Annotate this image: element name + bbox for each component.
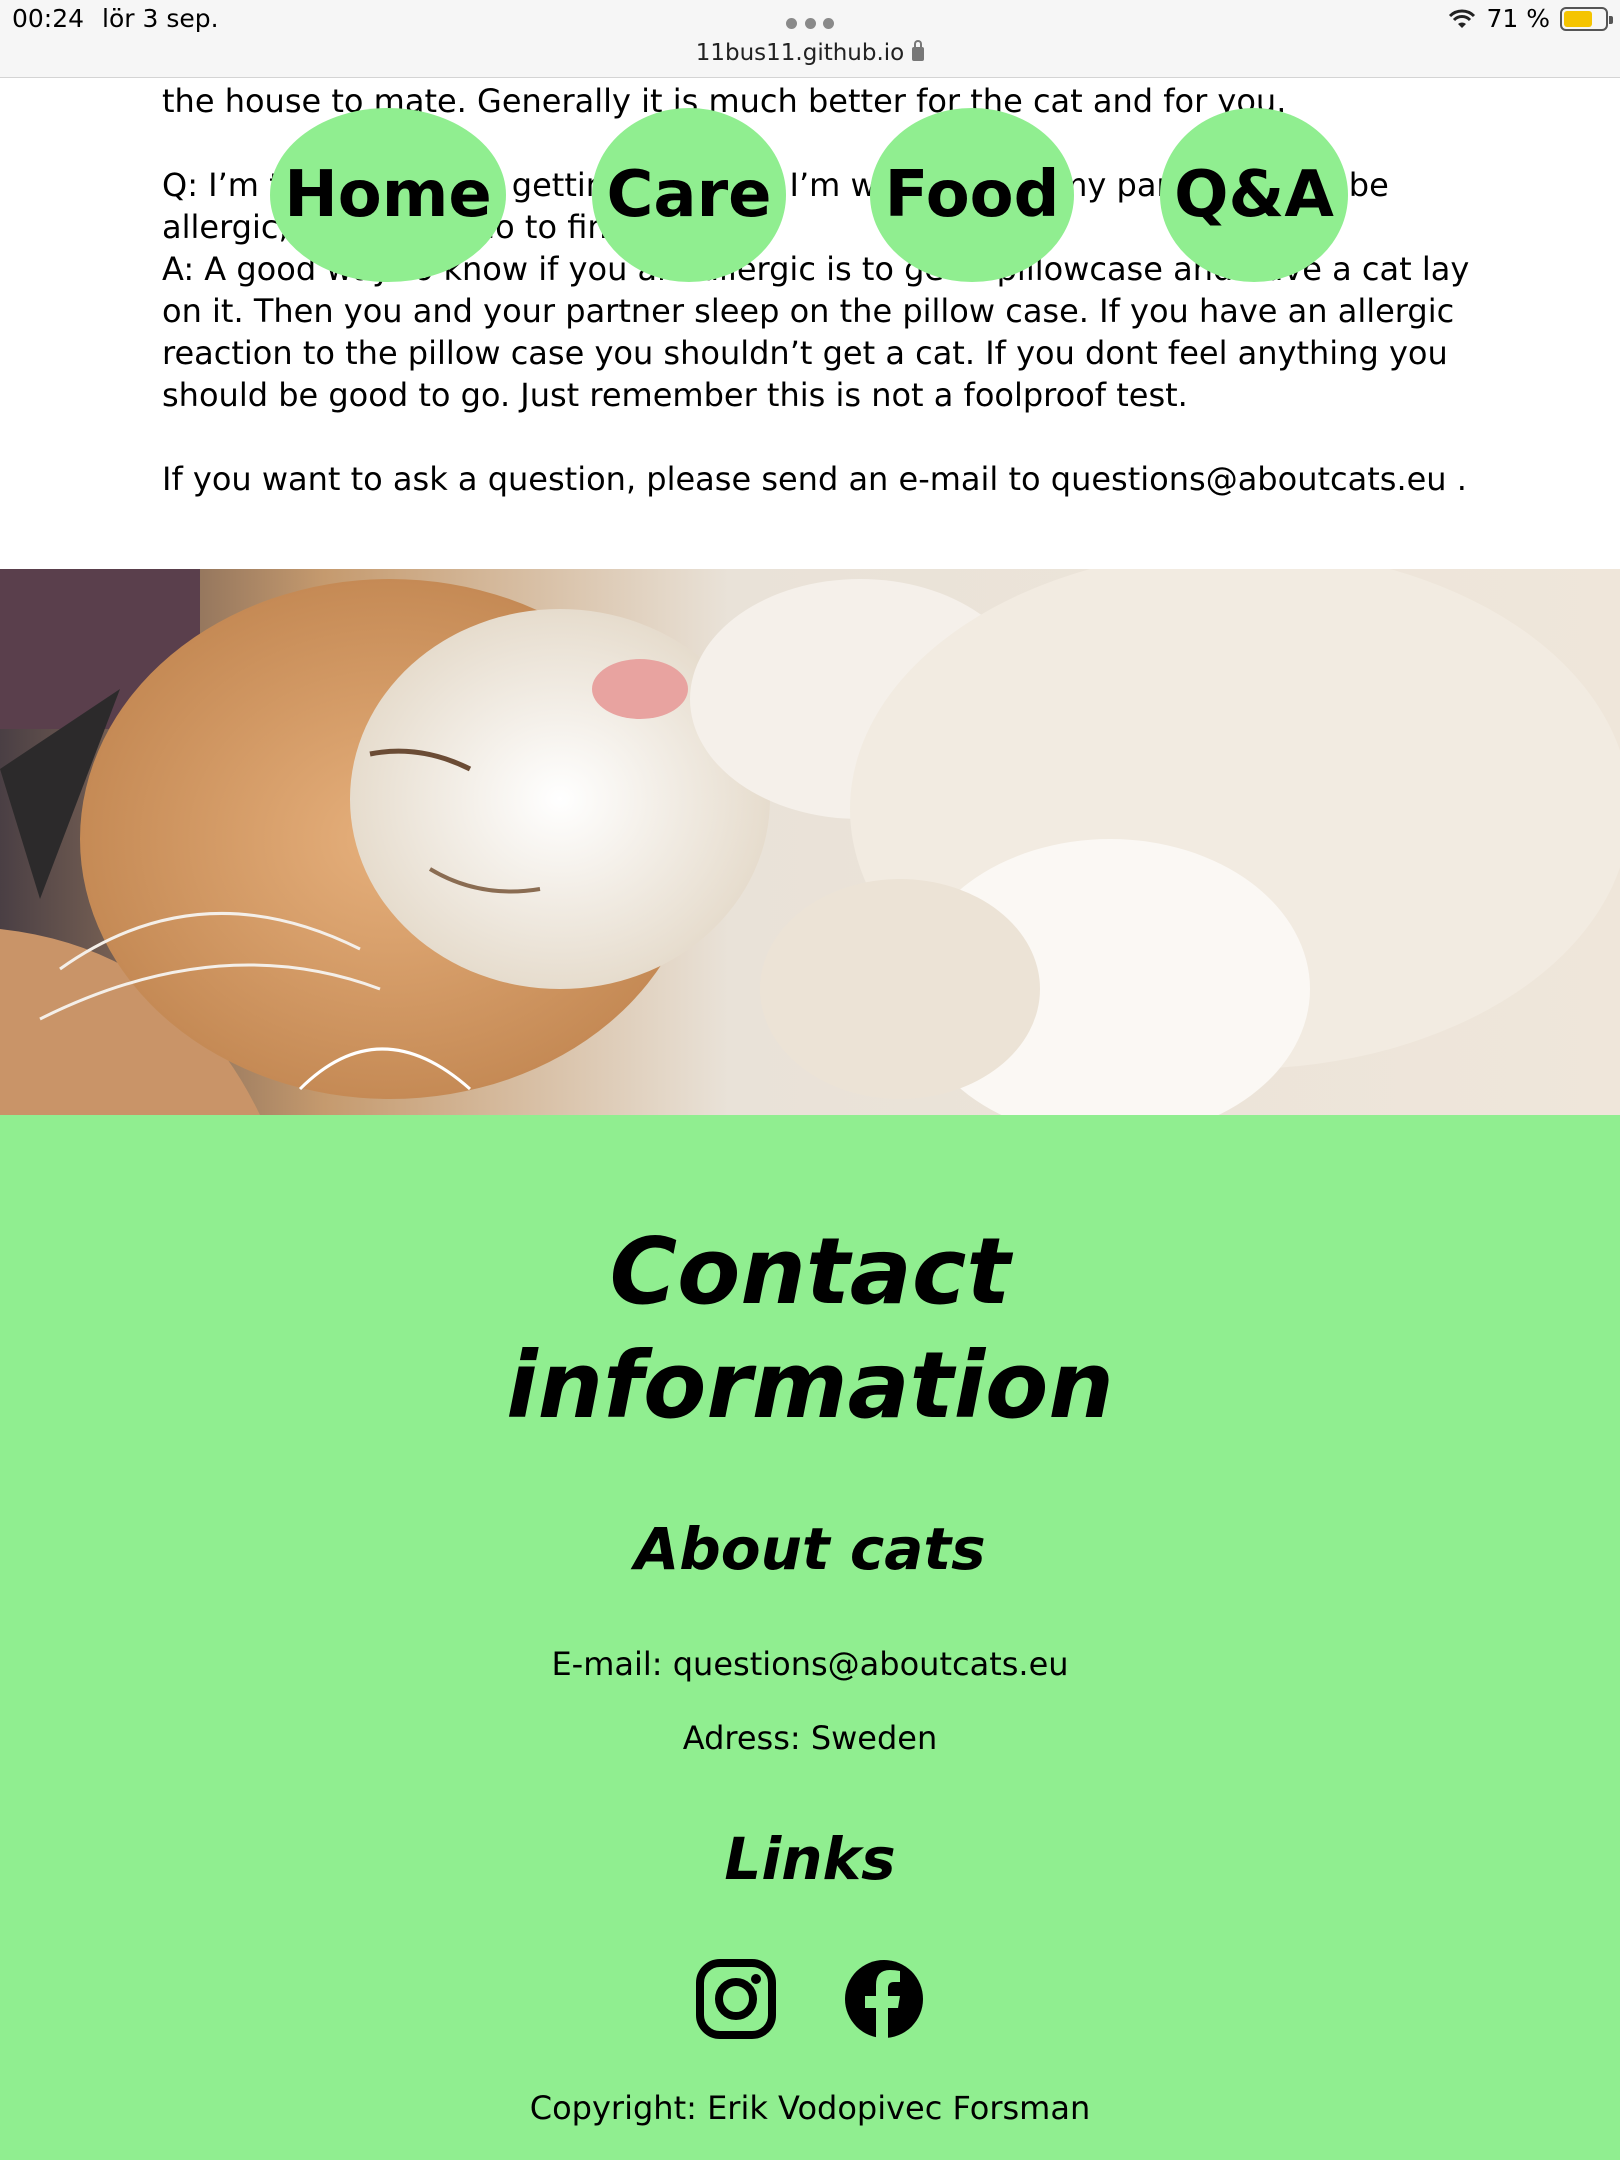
status-bar: 00:24 lör 3 sep. 11bus11.github.io 71 % (0, 0, 1620, 78)
sleeping-cat-image (0, 569, 1620, 1115)
nav-qa[interactable]: Q&A (1160, 108, 1348, 282)
copyright-text: Copyright: Erik Vodopivec Forsman (529, 2089, 1091, 2127)
address-bar[interactable]: 11bus11.github.io (0, 40, 1620, 66)
status-indicators: 71 % (1448, 4, 1613, 33)
url-text[interactable]: 11bus11.github.io (696, 40, 905, 66)
clock: 00:24 (12, 4, 85, 33)
instagram-icon[interactable] (695, 1958, 777, 2040)
nav-home[interactable]: Home (270, 108, 506, 282)
facebook-link[interactable] (843, 1958, 925, 2040)
facebook-icon[interactable] (843, 1958, 925, 2040)
nav-food[interactable]: Food (870, 108, 1074, 282)
nav-care[interactable]: Care (592, 108, 786, 282)
lock-icon (912, 40, 925, 61)
battery-percent: 71 % (1486, 4, 1550, 33)
multitasking-dots-icon[interactable] (786, 18, 834, 30)
ask-question-text: If you want to ask a question, please se… (162, 460, 1467, 498)
contact-title-text: Contact information (506, 1218, 1114, 1439)
instagram-link[interactable] (695, 1958, 777, 2040)
contact-title: Contact information (0, 1215, 1620, 1443)
wifi-icon (1449, 9, 1476, 28)
address-text: Adress: Sweden (682, 1719, 938, 1757)
date: lör 3 sep. (102, 4, 219, 33)
battery-icon (1560, 6, 1613, 31)
email-text: E-mail: questions@aboutcats.eu (551, 1645, 1069, 1683)
social-links (0, 1958, 1620, 2040)
footer: Contact information About cats E-mail: q… (0, 1115, 1620, 2160)
about-heading: About cats (634, 1515, 986, 1583)
links-heading: Links (724, 1825, 896, 1893)
